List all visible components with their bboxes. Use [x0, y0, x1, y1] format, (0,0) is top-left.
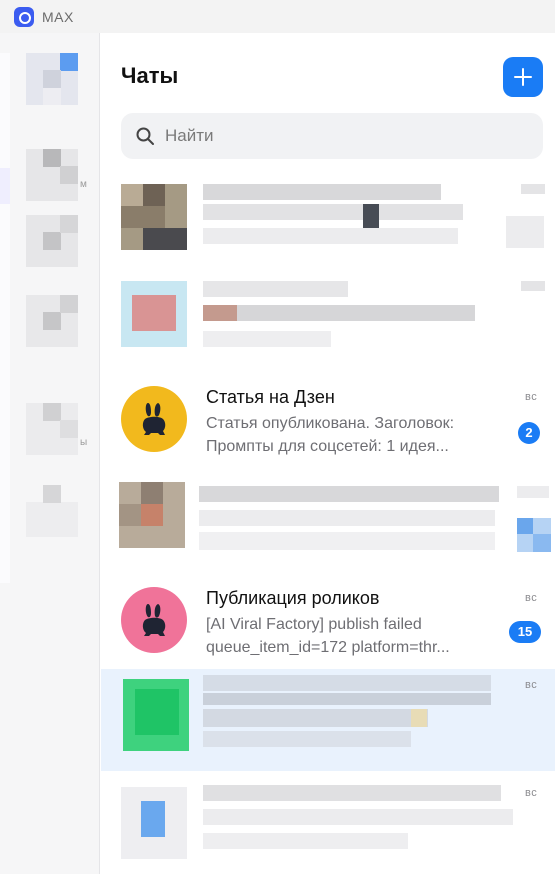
chat-list-panel: Чаты Ст: [101, 33, 555, 874]
chat-item-blurred[interactable]: [101, 273, 555, 371]
search-input[interactable]: [165, 126, 525, 146]
new-chat-button[interactable]: [503, 57, 543, 97]
rabbit-icon: [142, 604, 166, 636]
search-icon: [136, 127, 154, 145]
sidebar-edge: [0, 53, 10, 583]
chat-preview: [AI Viral Factory] publish failed queue_…: [206, 616, 450, 656]
chat-time: вс: [525, 592, 538, 604]
sidebar-item-2[interactable]: [26, 149, 78, 201]
avatar: [121, 587, 187, 653]
chat-item-blurred[interactable]: вс: [101, 777, 555, 874]
page-title: Чаты: [121, 63, 179, 88]
sidebar-item-5[interactable]: [26, 403, 78, 455]
chat-preview: Статья опубликована. Заголовок: Промпты …: [206, 415, 455, 455]
chat-item-blurred[interactable]: [101, 176, 555, 274]
app-title: MAX: [42, 8, 74, 25]
sidebar-item-5-label: ы: [80, 437, 88, 448]
chat-title: Статья на Дзен: [206, 387, 335, 407]
sidebar-edge-highlight: [0, 168, 10, 204]
unread-badge: 15: [509, 621, 541, 643]
sidebar-item-6[interactable]: [26, 485, 78, 537]
search-bar[interactable]: [121, 113, 543, 159]
chat-time: вс: [525, 679, 538, 691]
chat-item[interactable]: Статья на Дзен Статья опубликована. Заго…: [101, 370, 555, 468]
window-title-bar: MAX: [0, 0, 555, 33]
chat-item-blurred[interactable]: [101, 474, 555, 572]
chat-time: вс: [525, 787, 538, 799]
sidebar-item-4[interactable]: [26, 295, 78, 347]
sidebar: м ы: [0, 33, 100, 874]
rabbit-icon: [142, 403, 166, 435]
sidebar-item-1[interactable]: [26, 53, 78, 105]
chat-time: вс: [525, 391, 538, 403]
chat-item-active[interactable]: вс: [101, 669, 555, 771]
sidebar-item-3[interactable]: [26, 215, 78, 267]
chat-title: Публикация роликов: [206, 588, 380, 608]
unread-badge: 2: [518, 422, 540, 444]
max-logo-icon: [14, 6, 34, 27]
avatar: [121, 386, 187, 452]
sidebar-item-2-label: м: [80, 179, 87, 190]
chat-item[interactable]: Публикация роликов [AI Viral Factory] pu…: [101, 571, 555, 669]
